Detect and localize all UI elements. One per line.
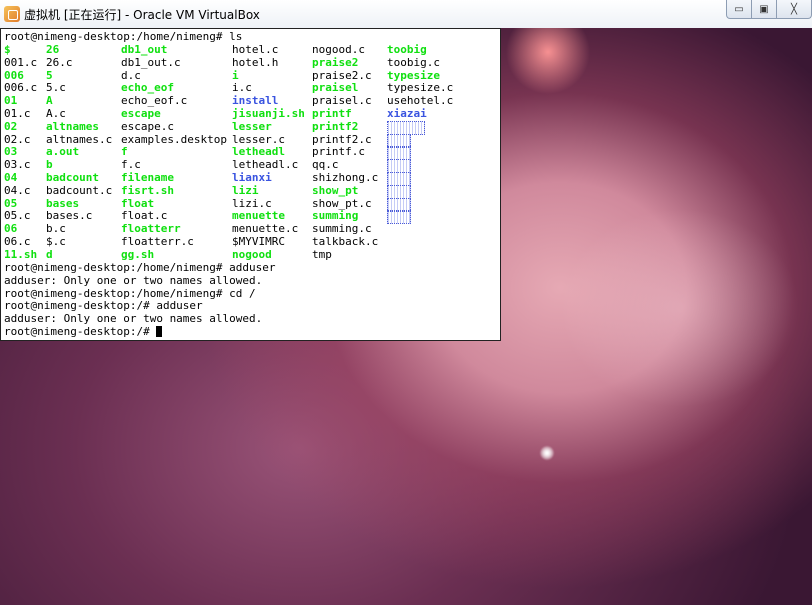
ls-entry: a.out	[46, 145, 80, 158]
ls-entry: 11.sh	[4, 248, 38, 261]
terminal-history-line: root@nimeng-desktop:/home/nimeng# adduse…	[4, 261, 276, 274]
ls-entry: typesize.c	[387, 81, 454, 94]
text-cursor	[156, 326, 163, 337]
ls-entry: f.c	[121, 158, 141, 171]
ls-entry: nogood.c	[312, 43, 365, 56]
ls-entry: letheadl.c	[232, 158, 299, 171]
ls-entry: A	[46, 94, 53, 107]
ls-entry: show_pt	[312, 184, 359, 197]
final-prompt: root@nimeng-desktop:/#	[4, 325, 157, 338]
ls-entry: 01	[4, 94, 18, 107]
terminal-history-line: adduser: Only one or two names allowed.	[4, 274, 263, 287]
window-title: 虚拟机 [正在运行] - Oracle VM VirtualBox	[24, 8, 260, 22]
terminal-history-line: root@nimeng-desktop:/# adduser	[4, 299, 203, 312]
ls-entry: summing.c	[312, 222, 372, 235]
ls-entry: i.c	[232, 81, 252, 94]
ls-entry: 02	[4, 120, 18, 133]
ls-entry: menuette	[232, 209, 285, 222]
ls-entry: lianxi	[232, 171, 272, 184]
ls-entry: floatterr	[121, 222, 181, 235]
ls-entry: db1_out	[121, 43, 168, 56]
ls-entry: gg.sh	[121, 248, 155, 261]
ls-entry: shizhong.c	[312, 171, 379, 184]
unreadable-filename-glyphs	[387, 185, 411, 199]
ls-entry: examples.desktop	[121, 133, 227, 146]
terminal-window[interactable]: root@nimeng-desktop:/home/nimeng# ls $26…	[0, 28, 501, 341]
ls-entry: hotel.h	[232, 56, 279, 69]
terminal-input-line[interactable]: root@nimeng-desktop:/#	[4, 325, 163, 338]
ls-entry: badcount	[46, 171, 99, 184]
ls-entry: altnames	[46, 120, 99, 133]
ls-entry: praisel.c	[312, 94, 372, 107]
ls-entry: toobig.c	[387, 56, 440, 69]
ls-entry: talkback.c	[312, 235, 379, 248]
ls-entry: letheadl	[232, 145, 285, 158]
ls-entry: tmp	[312, 248, 332, 261]
ls-entry: praisel	[312, 81, 359, 94]
ls-entry: printf2	[312, 120, 359, 133]
ls-entry: $MYVIMRC	[232, 235, 285, 248]
ls-entry: $.c	[46, 235, 66, 248]
ls-entry: menuette.c	[232, 222, 299, 235]
window-titlebar: 虚拟机 [正在运行] - Oracle VM VirtualBox ▭ ▣ ╳	[0, 0, 812, 29]
ls-entry: 5.c	[46, 81, 66, 94]
ls-entry: 26	[46, 43, 60, 56]
ls-entry: echo_eof	[121, 81, 174, 94]
ls-entry: printf	[312, 107, 352, 120]
terminal-prompt-ls: root@nimeng-desktop:/home/nimeng# ls	[4, 30, 243, 43]
ls-entry: filename	[121, 171, 174, 184]
ls-entry: hotel.c	[232, 43, 279, 56]
ls-entry: f	[121, 145, 128, 158]
ls-entry: install	[232, 94, 279, 107]
ls-entry: bases.c	[46, 209, 93, 222]
ls-entry: badcount.c	[46, 184, 113, 197]
terminal-history-line: adduser: Only one or two names allowed.	[4, 312, 263, 325]
ls-entry: xiazai	[387, 107, 427, 120]
unreadable-filename-glyphs	[387, 146, 411, 160]
ls-entry: 001.c	[4, 56, 38, 69]
ls-entry: lesser	[232, 120, 272, 133]
ls-entry: 05.c	[4, 209, 31, 222]
ls-entry: 01.c	[4, 107, 31, 120]
ls-entry: echo_eof.c	[121, 94, 188, 107]
unreadable-filename-glyphs	[387, 121, 425, 135]
ls-entry: $	[4, 43, 11, 56]
minimize-button[interactable]: ▭	[726, 0, 752, 19]
unreadable-filename-glyphs	[387, 172, 411, 186]
ls-entry: floatterr.c	[121, 235, 194, 248]
ls-entry: 06	[4, 222, 18, 235]
ls-entry: b.c	[46, 222, 66, 235]
ls-entry: praise2	[312, 56, 359, 69]
ls-entry: db1_out.c	[121, 56, 181, 69]
close-button[interactable]: ╳	[776, 0, 812, 19]
ls-entry: lizi	[232, 184, 259, 197]
ls-entry: summing	[312, 209, 359, 222]
ls-entry: 04.c	[4, 184, 31, 197]
ls-entry: 06.c	[4, 235, 31, 248]
maximize-button[interactable]: ▣	[751, 0, 777, 19]
ls-entry: printf.c	[312, 145, 365, 158]
ls-entry: jisuanji.sh	[232, 107, 305, 120]
unreadable-filename-glyphs	[387, 159, 411, 173]
ls-entry: usehotel.c	[387, 94, 454, 107]
ls-entry: d	[46, 248, 53, 261]
ls-entry: escape.c	[121, 120, 174, 133]
ls-entry: 006.c	[4, 81, 38, 94]
ls-entry: 03.c	[4, 158, 31, 171]
ls-entry: nogood	[232, 248, 272, 261]
ls-entry: escape	[121, 107, 161, 120]
ls-entry: float.c	[121, 209, 168, 222]
ls-entry: 04	[4, 171, 18, 184]
ls-entry: qq.c	[312, 158, 339, 171]
ls-entry: A.c	[46, 107, 66, 120]
ls-entry: toobig	[387, 43, 427, 56]
ls-entry: b	[46, 158, 53, 171]
ls-entry: fisrt.sh	[121, 184, 174, 197]
virtualbox-icon	[4, 6, 20, 22]
unreadable-filename-glyphs	[387, 210, 411, 224]
ls-entry: 03	[4, 145, 18, 158]
ls-entry: 26.c	[46, 56, 73, 69]
